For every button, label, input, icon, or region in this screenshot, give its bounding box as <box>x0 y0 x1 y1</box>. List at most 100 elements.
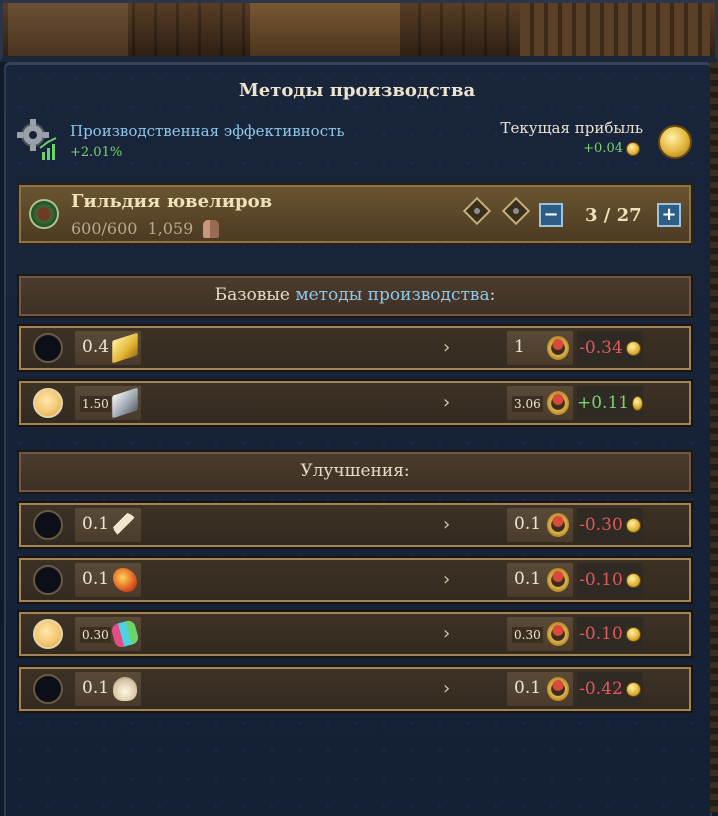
base-methods-header: Базовые методы производства: <box>17 274 693 318</box>
ring-icon <box>547 513 569 537</box>
output-quantity: 0.1 <box>514 569 542 589</box>
arrow-right-icon: › <box>443 623 451 644</box>
output-quantity: 0.1 <box>514 514 542 534</box>
lock-icon[interactable] <box>501 196 531 226</box>
output-resource[interactable]: 0.30 <box>507 617 573 651</box>
method-radio-button[interactable] <box>33 388 63 418</box>
profit-value: +0.04 <box>583 141 640 156</box>
production-method-row[interactable]: 0.1 › 0.1 -0.30 <box>17 501 693 549</box>
input-resource[interactable]: 0.4 <box>75 331 141 365</box>
coin-icon <box>625 626 641 642</box>
coin-icon <box>632 395 643 411</box>
gems-icon <box>110 619 140 649</box>
input-quantity: 0.1 <box>82 514 110 534</box>
ring-icon <box>547 391 569 415</box>
building-banner <box>0 0 718 62</box>
base-header-suffix: : <box>489 285 496 305</box>
output-quantity: 1 <box>514 337 525 357</box>
amber-icon <box>113 568 137 592</box>
base-header-link[interactable]: методы производства <box>295 285 489 305</box>
input-quantity: 0.30 <box>80 627 111 643</box>
method-profit: +0.11 <box>577 386 643 420</box>
arrow-right-icon: › <box>443 392 451 413</box>
gold-bar-icon <box>112 332 138 364</box>
output-resource[interactable]: 3.06 <box>507 386 573 420</box>
output-resource[interactable]: 1 <box>507 331 573 365</box>
input-quantity: 0.1 <box>82 569 110 589</box>
output-resource[interactable]: 0.1 <box>507 508 573 542</box>
method-profit: -0.10 <box>577 563 643 597</box>
ivory-icon <box>113 513 137 537</box>
coin-icon <box>625 572 641 588</box>
arrow-right-icon: › <box>443 514 451 535</box>
increase-button[interactable]: + <box>657 203 681 227</box>
coin-icon <box>625 517 641 533</box>
production-method-row[interactable]: 0.1 › 0.1 -0.10 <box>17 556 693 604</box>
method-profit-value: -0.10 <box>579 570 623 590</box>
method-profit-value: -0.34 <box>579 338 623 358</box>
arrow-right-icon: › <box>443 337 451 358</box>
input-resource[interactable]: 0.1 <box>75 672 141 706</box>
method-profit-value: -0.10 <box>579 624 623 644</box>
output-quantity: 0.1 <box>514 678 542 698</box>
method-radio-button[interactable] <box>33 674 63 704</box>
input-quantity: 0.1 <box>82 678 110 698</box>
shell-icon <box>113 677 137 701</box>
upgrades-header: Улучшения: <box>17 450 693 494</box>
method-radio-button[interactable] <box>33 619 63 649</box>
method-profit-value: -0.30 <box>579 515 623 535</box>
coin-icon <box>626 141 640 156</box>
input-resource[interactable]: 0.1 <box>75 508 141 542</box>
ring-icon <box>547 568 569 592</box>
production-method-row[interactable]: 0.4 › 1 -0.34 <box>17 324 693 372</box>
base-header-prefix: Базовые <box>214 285 296 305</box>
production-method-row[interactable]: 0.30 › 0.30 -0.10 <box>17 610 693 658</box>
method-radio-button[interactable] <box>33 565 63 595</box>
guild-stats: 600/600 1,059 <box>71 219 220 238</box>
output-quantity: 3.06 <box>512 396 543 412</box>
ring-icon <box>547 336 569 360</box>
panel-title: Методы производства <box>238 80 476 101</box>
output-resource[interactable]: 0.1 <box>507 672 573 706</box>
guild-building-count: 3 / 27 <box>585 205 642 226</box>
method-radio-button[interactable] <box>33 510 63 540</box>
method-profit: -0.30 <box>577 508 643 542</box>
guild-bar: Гильдия ювелиров 600/600 1,059 − 3 / 27 … <box>17 183 693 245</box>
production-method-row[interactable]: 0.1 › 0.1 -0.42 <box>17 665 693 713</box>
guild-name[interactable]: Гильдия ювелиров <box>71 191 272 212</box>
output-resource[interactable]: 0.1 <box>507 563 573 597</box>
decrease-button[interactable]: − <box>539 203 563 227</box>
ring-icon <box>547 622 569 646</box>
population-icon <box>203 219 220 238</box>
gear-efficiency-icon <box>17 119 57 160</box>
ring-icon <box>547 677 569 701</box>
arrow-right-icon: › <box>443 569 451 590</box>
input-resource[interactable]: 0.30 <box>75 617 141 651</box>
method-radio-button[interactable] <box>33 333 63 363</box>
method-profit: -0.10 <box>577 617 643 651</box>
input-resource[interactable]: 0.1 <box>75 563 141 597</box>
efficiency-value: +2.01% <box>70 145 123 160</box>
method-profit: -0.42 <box>577 672 643 706</box>
method-profit: -0.34 <box>577 331 643 365</box>
guild-employees: 600/600 <box>71 219 138 238</box>
input-quantity: 0.4 <box>82 337 110 357</box>
goods-icon[interactable] <box>462 196 492 226</box>
guild-emblem-icon[interactable] <box>29 199 59 229</box>
input-quantity: 1.50 <box>80 396 111 412</box>
scrollbar-edge[interactable] <box>710 62 718 813</box>
method-profit-value: -0.42 <box>579 679 623 699</box>
profit-label: Текущая прибыль <box>500 119 643 137</box>
output-quantity: 0.30 <box>512 627 543 643</box>
profit-value-text: +0.04 <box>583 141 623 156</box>
profit-coins-icon <box>658 125 692 163</box>
guild-population: 1,059 <box>147 219 194 238</box>
upgrades-header-label: Улучшения: <box>300 461 410 481</box>
coin-icon <box>625 681 641 697</box>
arrow-right-icon: › <box>443 678 451 699</box>
production-method-row[interactable]: 1.50 › 3.06 +0.11 <box>17 379 693 427</box>
efficiency-label[interactable]: Производственная эффективность <box>70 122 345 140</box>
method-profit-value: +0.11 <box>577 393 630 413</box>
coin-icon <box>625 340 641 356</box>
input-resource[interactable]: 1.50 <box>75 386 141 420</box>
